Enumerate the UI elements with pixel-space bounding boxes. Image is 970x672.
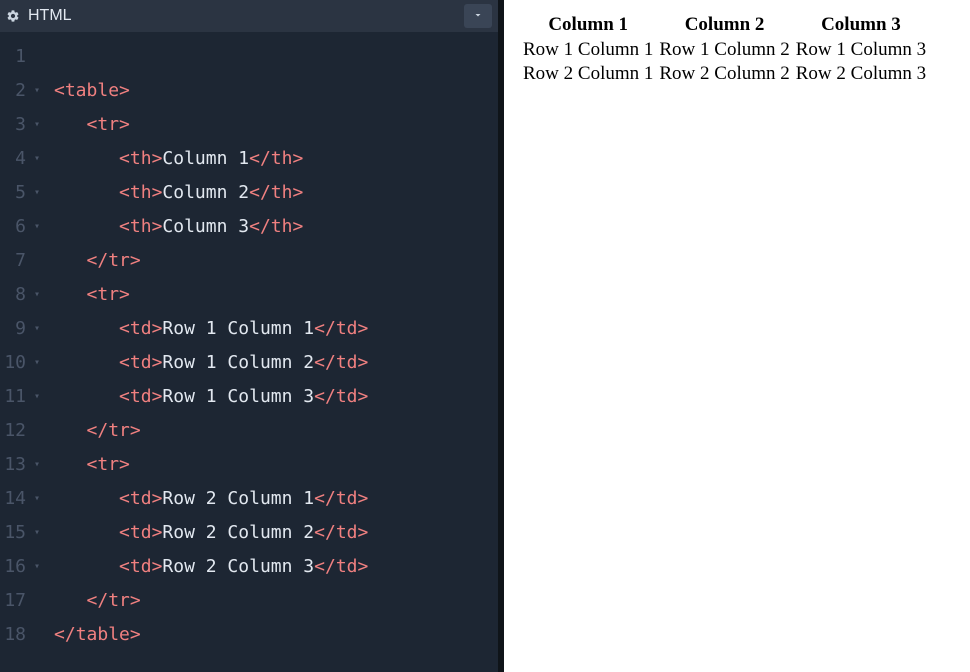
table-header-cell: Column 1 bbox=[520, 12, 656, 38]
gutter-line: 11▾ bbox=[0, 380, 40, 414]
code-line[interactable]: </tr> bbox=[54, 584, 498, 618]
code-line[interactable]: <td>Row 1 Column 3</td> bbox=[54, 380, 498, 414]
gutter-line: 6▾ bbox=[0, 210, 40, 244]
fold-caret-icon[interactable]: ▾ bbox=[30, 142, 40, 176]
fold-caret-icon[interactable]: ▾ bbox=[30, 176, 40, 210]
table-cell: Row 2 Column 3 bbox=[793, 62, 929, 86]
gutter-line: 12 bbox=[0, 414, 40, 448]
gutter-line: 15▾ bbox=[0, 516, 40, 550]
line-number: 12 bbox=[4, 414, 26, 448]
gutter-line: 10▾ bbox=[0, 346, 40, 380]
line-number: 7 bbox=[15, 244, 26, 278]
code-content[interactable]: <table> <tr> <th>Column 1</th> <th>Colum… bbox=[44, 40, 498, 672]
editor-pane: HTML 12▾3▾4▾5▾6▾78▾9▾10▾11▾1213▾14▾15▾16… bbox=[0, 0, 498, 672]
editor-dropdown-button[interactable] bbox=[464, 4, 492, 28]
line-number: 3 bbox=[15, 108, 26, 142]
line-number: 4 bbox=[15, 142, 26, 176]
code-line[interactable]: <td>Row 1 Column 2</td> bbox=[54, 346, 498, 380]
code-line[interactable]: <td>Row 2 Column 3</td> bbox=[54, 550, 498, 584]
code-line[interactable]: <th>Column 3</th> bbox=[54, 210, 498, 244]
code-line[interactable]: <table> bbox=[54, 74, 498, 108]
editor-title: HTML bbox=[28, 7, 456, 25]
code-line[interactable]: <tr> bbox=[54, 448, 498, 482]
code-line[interactable]: <th>Column 2</th> bbox=[54, 176, 498, 210]
fold-caret-icon[interactable]: ▾ bbox=[30, 108, 40, 142]
line-number: 14 bbox=[4, 482, 26, 516]
line-number: 8 bbox=[15, 278, 26, 312]
line-number: 18 bbox=[4, 618, 26, 652]
line-number: 11 bbox=[4, 380, 26, 414]
gutter-line: 7 bbox=[0, 244, 40, 278]
code-line[interactable]: <tr> bbox=[54, 278, 498, 312]
line-number: 16 bbox=[4, 550, 26, 584]
fold-caret-icon[interactable]: ▾ bbox=[30, 210, 40, 244]
fold-caret-icon[interactable]: ▾ bbox=[30, 74, 40, 108]
chevron-down-icon bbox=[472, 9, 484, 24]
gutter-line: 5▾ bbox=[0, 176, 40, 210]
fold-caret-icon[interactable]: ▾ bbox=[30, 312, 40, 346]
line-number: 15 bbox=[4, 516, 26, 550]
fold-caret-icon[interactable]: ▾ bbox=[30, 346, 40, 380]
gutter-line: 14▾ bbox=[0, 482, 40, 516]
code-editor[interactable]: 12▾3▾4▾5▾6▾78▾9▾10▾11▾1213▾14▾15▾16▾1718… bbox=[0, 32, 498, 672]
gutter-line: 1 bbox=[0, 40, 40, 74]
editor-header: HTML bbox=[0, 0, 498, 32]
gutter-line: 3▾ bbox=[0, 108, 40, 142]
table-cell: Row 1 Column 3 bbox=[793, 38, 929, 62]
code-line[interactable]: <td>Row 2 Column 2</td> bbox=[54, 516, 498, 550]
line-number: 17 bbox=[4, 584, 26, 618]
table-header-cell: Column 2 bbox=[656, 12, 792, 38]
gutter-line: 9▾ bbox=[0, 312, 40, 346]
table-row: Row 2 Column 1 Row 2 Column 2 Row 2 Colu… bbox=[520, 62, 929, 86]
line-number: 5 bbox=[15, 176, 26, 210]
table-cell: Row 1 Column 2 bbox=[656, 38, 792, 62]
fold-caret-icon[interactable]: ▾ bbox=[30, 448, 40, 482]
line-number: 9 bbox=[15, 312, 26, 346]
code-line[interactable]: <td>Row 1 Column 1</td> bbox=[54, 312, 498, 346]
code-line[interactable]: </tr> bbox=[54, 244, 498, 278]
gear-icon[interactable] bbox=[6, 9, 20, 23]
line-number: 10 bbox=[4, 346, 26, 380]
line-gutter: 12▾3▾4▾5▾6▾78▾9▾10▾11▾1213▾14▾15▾16▾1718 bbox=[0, 40, 44, 672]
code-line[interactable]: </tr> bbox=[54, 414, 498, 448]
fold-caret-icon[interactable]: ▾ bbox=[30, 516, 40, 550]
table-header-row: Column 1 Column 2 Column 3 bbox=[520, 12, 929, 38]
code-line[interactable]: <td>Row 2 Column 1</td> bbox=[54, 482, 498, 516]
gutter-line: 13▾ bbox=[0, 448, 40, 482]
preview-table: Column 1 Column 2 Column 3 Row 1 Column … bbox=[520, 12, 929, 86]
line-number: 6 bbox=[15, 210, 26, 244]
gutter-line: 4▾ bbox=[0, 142, 40, 176]
gutter-line: 18 bbox=[0, 618, 40, 652]
table-row: Row 1 Column 1 Row 1 Column 2 Row 1 Colu… bbox=[520, 38, 929, 62]
code-line[interactable]: <th>Column 1</th> bbox=[54, 142, 498, 176]
fold-caret-icon[interactable]: ▾ bbox=[30, 380, 40, 414]
fold-caret-icon[interactable]: ▾ bbox=[30, 482, 40, 516]
preview-pane: Column 1 Column 2 Column 3 Row 1 Column … bbox=[504, 0, 970, 672]
line-number: 1 bbox=[15, 40, 26, 74]
table-header-cell: Column 3 bbox=[793, 12, 929, 38]
table-cell: Row 1 Column 1 bbox=[520, 38, 656, 62]
code-line[interactable] bbox=[54, 40, 498, 74]
gutter-line: 8▾ bbox=[0, 278, 40, 312]
fold-caret-icon[interactable]: ▾ bbox=[30, 278, 40, 312]
gutter-line: 16▾ bbox=[0, 550, 40, 584]
gutter-line: 2▾ bbox=[0, 74, 40, 108]
code-line[interactable]: <tr> bbox=[54, 108, 498, 142]
table-cell: Row 2 Column 1 bbox=[520, 62, 656, 86]
code-line[interactable]: </table> bbox=[54, 618, 498, 652]
line-number: 2 bbox=[15, 74, 26, 108]
line-number: 13 bbox=[4, 448, 26, 482]
fold-caret-icon[interactable]: ▾ bbox=[30, 550, 40, 584]
table-cell: Row 2 Column 2 bbox=[656, 62, 792, 86]
gutter-line: 17 bbox=[0, 584, 40, 618]
